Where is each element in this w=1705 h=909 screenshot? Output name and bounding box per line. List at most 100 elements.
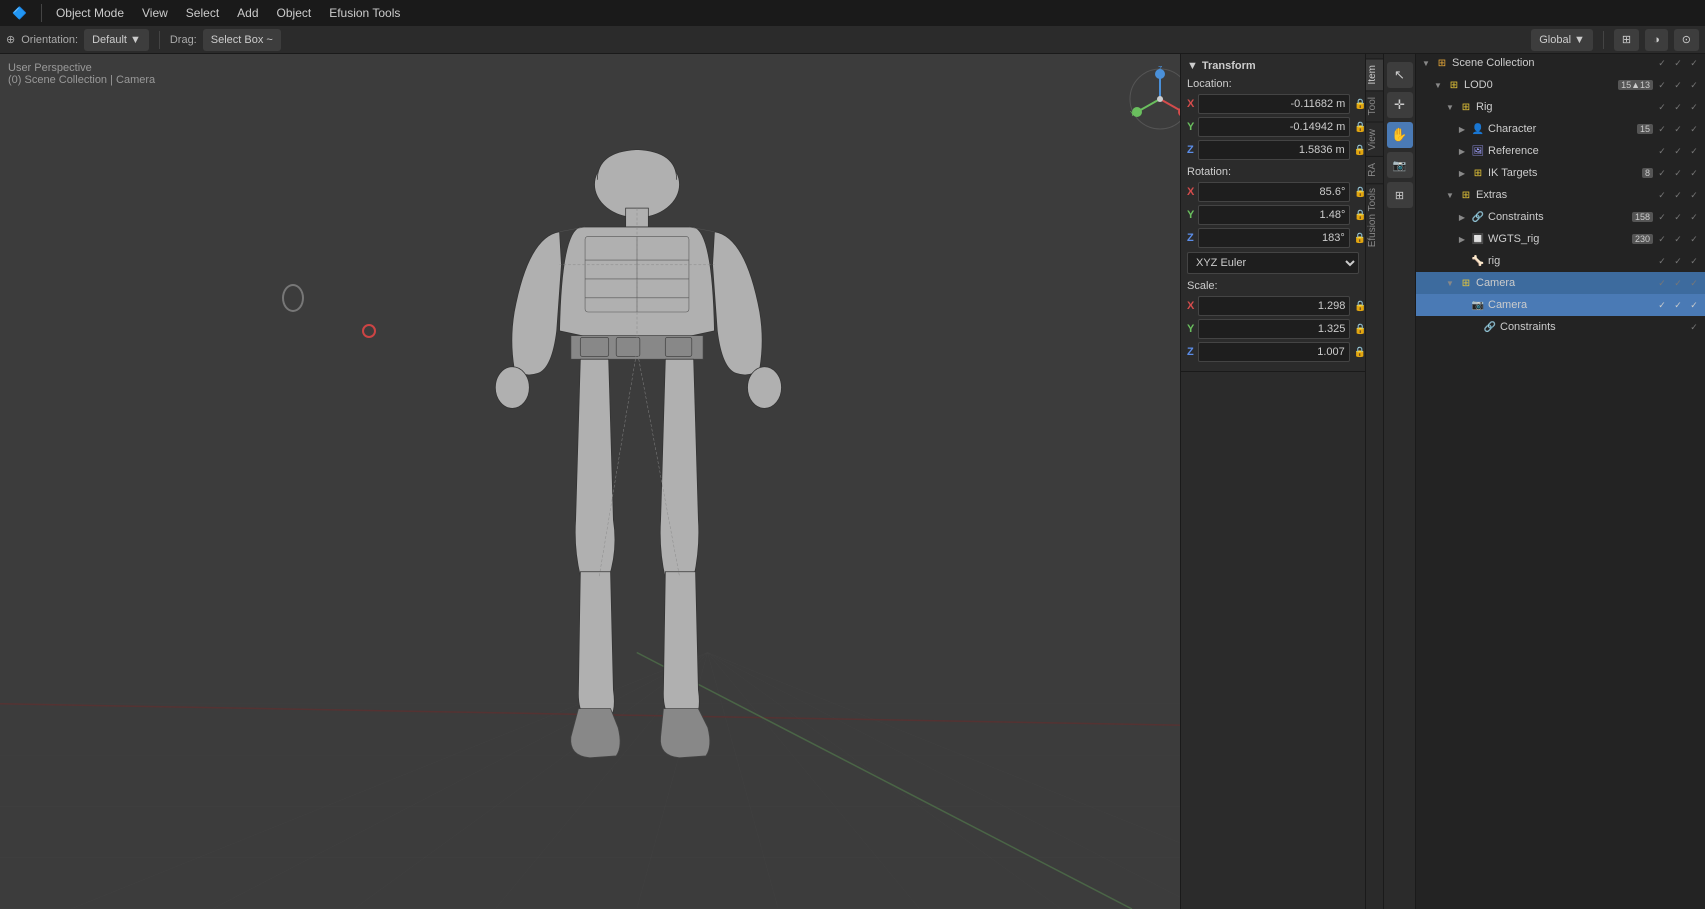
view-controls[interactable]: ⊞ xyxy=(1614,29,1639,51)
scene-expand-icon: ▼ xyxy=(1420,57,1432,69)
rot-lock-x[interactable]: 🔒 xyxy=(1354,185,1365,199)
lod0-vis[interactable]: ✓ xyxy=(1655,78,1669,92)
tab-ra[interactable]: RA xyxy=(1366,156,1383,183)
scene-sel-icon[interactable]: ✓ xyxy=(1671,56,1685,70)
drag-dropdown[interactable]: Select Box ~ xyxy=(203,29,281,51)
viewport-3d[interactable]: .model-outline { fill: #b0b0b0; stroke: … xyxy=(0,54,1415,909)
rotation-x-input[interactable] xyxy=(1198,182,1350,202)
outliner-scene-collection[interactable]: ▼ ⊞ Scene Collection ✓ ✓ ✓ xyxy=(1416,52,1705,74)
rotation-y-input[interactable] xyxy=(1198,205,1350,225)
overlay-controls[interactable]: ⊙ xyxy=(1674,29,1699,51)
menu-select[interactable]: Select xyxy=(178,4,227,22)
global-dropdown[interactable]: Global ▼ xyxy=(1531,29,1593,51)
menu-add[interactable]: Add xyxy=(229,4,266,22)
constr-icon: 🔗 xyxy=(1470,209,1486,225)
blender-icon[interactable]: 🔷 xyxy=(4,4,35,22)
char-vis[interactable]: ✓ xyxy=(1655,122,1669,136)
rig-sel[interactable]: ✓ xyxy=(1671,100,1685,114)
outliner-rig2[interactable]: 🦴 rig ✓ ✓ ✓ xyxy=(1416,250,1705,272)
cursor-tool-btn[interactable]: ✛ xyxy=(1387,92,1413,118)
outliner-extras[interactable]: ▼ ⊞ Extras ✓ ✓ ✓ xyxy=(1416,184,1705,206)
char-ren[interactable]: ✓ xyxy=(1687,122,1701,136)
outliner-rig[interactable]: ▼ ⊞ Rig ✓ ✓ ✓ xyxy=(1416,96,1705,118)
ref-vis[interactable]: ✓ xyxy=(1655,144,1669,158)
cam-constr-vis[interactable]: ✓ xyxy=(1687,320,1701,334)
ref-ren[interactable]: ✓ xyxy=(1687,144,1701,158)
lock-x-icon[interactable]: 🔒 xyxy=(1354,97,1365,111)
cam-obj-vis[interactable]: ✓ xyxy=(1655,298,1669,312)
rig-vis[interactable]: ✓ xyxy=(1655,100,1669,114)
ik-vis[interactable]: ✓ xyxy=(1655,166,1669,180)
constr-vis[interactable]: ✓ xyxy=(1655,210,1669,224)
rotation-x-row: X 🔒 xyxy=(1187,182,1359,202)
grid-view-btn[interactable]: ⊞ xyxy=(1387,182,1413,208)
wgts-vis[interactable]: ✓ xyxy=(1655,232,1669,246)
ik-sel[interactable]: ✓ xyxy=(1671,166,1685,180)
outliner-cam-constraints[interactable]: 🔗 Constraints ✓ xyxy=(1416,316,1705,338)
lod0-sel[interactable]: ✓ xyxy=(1671,78,1685,92)
extras-sel[interactable]: ✓ xyxy=(1671,188,1685,202)
tab-item[interactable]: Item xyxy=(1366,58,1383,90)
rot-lock-z[interactable]: 🔒 xyxy=(1354,231,1365,245)
cam-coll-ren[interactable]: ✓ xyxy=(1687,276,1701,290)
camera-view-btn[interactable]: 📷 xyxy=(1387,152,1413,178)
wgts-sel[interactable]: ✓ xyxy=(1671,232,1685,246)
tab-view[interactable]: View xyxy=(1366,122,1383,157)
lock-z-icon[interactable]: 🔒 xyxy=(1354,143,1365,157)
rotation-z-input[interactable] xyxy=(1198,228,1350,248)
menu-object[interactable]: Object xyxy=(269,4,320,22)
move-tool-btn[interactable]: ✋ xyxy=(1387,122,1413,148)
scene-vis-icon[interactable]: ✓ xyxy=(1655,56,1669,70)
rig2-vis[interactable]: ✓ xyxy=(1655,254,1669,268)
outliner-reference[interactable]: ▶ 🖼 Reference ✓ ✓ ✓ xyxy=(1416,140,1705,162)
scale-y-label: Y xyxy=(1187,323,1194,335)
cam-obj-sel[interactable]: ✓ xyxy=(1671,298,1685,312)
outliner-character[interactable]: ▶ 👤 Character 15 ✓ ✓ ✓ xyxy=(1416,118,1705,140)
cam-coll-vis[interactable]: ✓ xyxy=(1655,276,1669,290)
char-sel[interactable]: ✓ xyxy=(1671,122,1685,136)
ik-ren[interactable]: ✓ xyxy=(1687,166,1701,180)
tab-tool[interactable]: Tool xyxy=(1366,90,1383,121)
select-tool-btn[interactable]: ↖ xyxy=(1387,62,1413,88)
scale-lock-z[interactable]: 🔒 xyxy=(1354,345,1365,359)
shading-controls[interactable]: ◑ xyxy=(1645,29,1668,51)
outliner-wgts-rig[interactable]: ▶ 🔲 WGTS_rig 230 ✓ ✓ ✓ xyxy=(1416,228,1705,250)
rig-ren[interactable]: ✓ xyxy=(1687,100,1701,114)
extras-ren[interactable]: ✓ xyxy=(1687,188,1701,202)
outliner-constraints[interactable]: ▶ 🔗 Constraints 158 ✓ ✓ ✓ xyxy=(1416,206,1705,228)
menu-object-mode[interactable]: Object Mode xyxy=(48,4,132,22)
scale-y-input[interactable] xyxy=(1198,319,1350,339)
rig2-ren[interactable]: ✓ xyxy=(1687,254,1701,268)
rotation-mode-select[interactable]: XYZ Euler xyxy=(1187,252,1359,274)
location-y-input[interactable] xyxy=(1198,117,1350,137)
scale-x-input[interactable] xyxy=(1198,296,1350,316)
outliner-lod0[interactable]: ▼ ⊞ LOD0 15▲13 ✓ ✓ ✓ xyxy=(1416,74,1705,96)
ref-sel[interactable]: ✓ xyxy=(1671,144,1685,158)
rig2-sel[interactable]: ✓ xyxy=(1671,254,1685,268)
constr-ren[interactable]: ✓ xyxy=(1687,210,1701,224)
outliner-ik-targets[interactable]: ▶ ⊞ IK Targets 8 ✓ ✓ ✓ xyxy=(1416,162,1705,184)
location-label: Location: xyxy=(1187,78,1359,90)
menu-efusion-tools[interactable]: Efusion Tools xyxy=(321,4,408,22)
scale-lock-y[interactable]: 🔒 xyxy=(1354,322,1365,336)
scene-ren-icon[interactable]: ✓ xyxy=(1687,56,1701,70)
tab-efusion[interactable]: Efusion Tools xyxy=(1366,183,1383,251)
rot-lock-y[interactable]: 🔒 xyxy=(1354,208,1365,222)
scale-lock-x[interactable]: 🔒 xyxy=(1354,299,1365,313)
rot-z-label: Z xyxy=(1187,232,1194,244)
cam-obj-ren[interactable]: ✓ xyxy=(1687,298,1701,312)
cam-coll-sel[interactable]: ✓ xyxy=(1671,276,1685,290)
scale-z-input[interactable] xyxy=(1198,342,1350,362)
constr-sel[interactable]: ✓ xyxy=(1671,210,1685,224)
wgts-ren[interactable]: ✓ xyxy=(1687,232,1701,246)
outliner-camera-collection[interactable]: ▼ ⊞ Camera ✓ ✓ ✓ xyxy=(1416,272,1705,294)
menu-view[interactable]: View xyxy=(134,4,176,22)
location-z-input[interactable] xyxy=(1198,140,1350,160)
outliner-camera-obj[interactable]: 📷 Camera ✓ ✓ ✓ xyxy=(1416,294,1705,316)
orientation-dropdown[interactable]: Default ▼ xyxy=(84,29,149,51)
extras-vis[interactable]: ✓ xyxy=(1655,188,1669,202)
lod0-ren[interactable]: ✓ xyxy=(1687,78,1701,92)
location-x-input[interactable] xyxy=(1198,94,1350,114)
scene-collection-name: Scene Collection xyxy=(1452,57,1653,69)
lock-y-icon[interactable]: 🔒 xyxy=(1354,120,1365,134)
